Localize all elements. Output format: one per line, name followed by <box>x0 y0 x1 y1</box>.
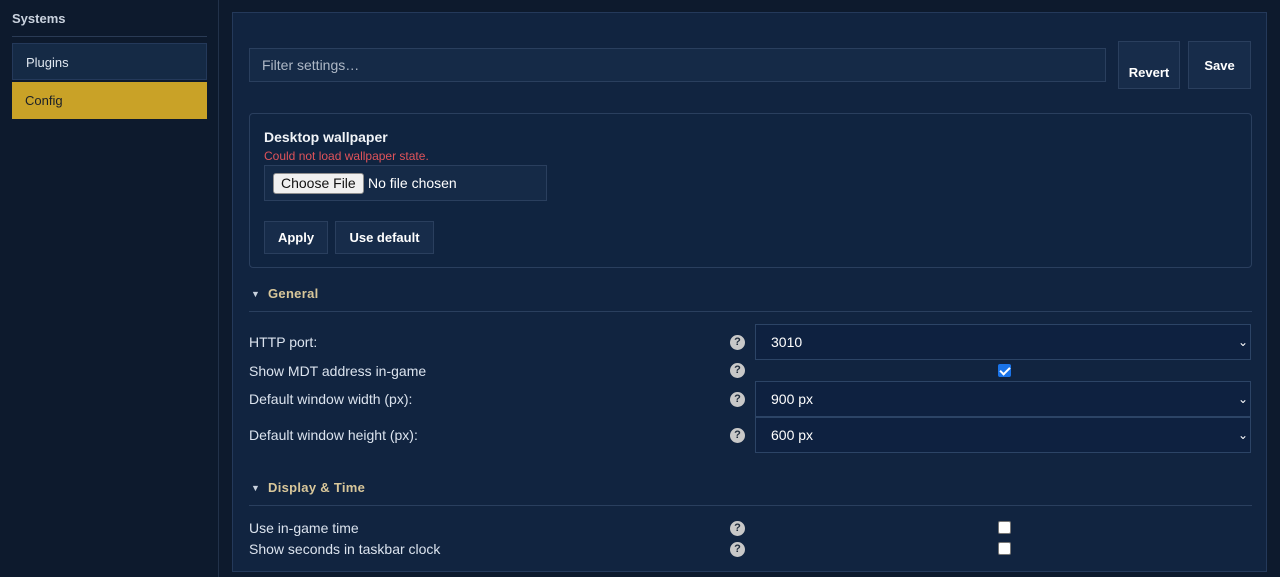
section-title-general: General <box>268 286 319 301</box>
show-seconds-checkbox[interactable] <box>998 542 1011 555</box>
sidebar-title: Systems <box>12 11 207 37</box>
setting-label-show-mdt-address: Show MDT address in-game <box>249 363 427 379</box>
chevron-down-icon: ⌄ <box>1237 392 1248 406</box>
section-header-display-time[interactable]: ▼ Display & Time <box>249 480 1252 506</box>
apply-button[interactable]: Apply <box>264 221 328 254</box>
window-width-select[interactable]: 900 px ⌄ <box>755 381 1251 417</box>
help-icon[interactable]: ? <box>730 428 745 443</box>
file-status-text: No file chosen <box>368 175 457 191</box>
help-icon[interactable]: ? <box>730 363 745 378</box>
revert-button[interactable]: Revert <box>1118 41 1180 89</box>
window-width-value: 900 px <box>771 391 814 407</box>
collapse-triangle-icon: ▼ <box>251 483 260 493</box>
window-height-value: 600 px <box>771 427 814 443</box>
help-icon[interactable]: ? <box>730 542 745 557</box>
filter-settings-input[interactable] <box>249 48 1106 82</box>
setting-label-show-seconds: Show seconds in taskbar clock <box>249 541 441 557</box>
help-icon[interactable]: ? <box>730 392 745 407</box>
sidebar: Systems Plugins Config <box>0 0 219 577</box>
choose-file-button[interactable]: Choose File <box>273 173 364 194</box>
window-height-select[interactable]: 600 px ⌄ <box>755 417 1251 453</box>
wallpaper-file-input: Choose File No file chosen <box>264 165 547 201</box>
chevron-down-icon: ⌄ <box>1237 428 1248 442</box>
collapse-triangle-icon: ▼ <box>251 289 260 299</box>
setting-label-use-ingame-time: Use in-game time <box>249 520 359 536</box>
show-mdt-address-checkbox[interactable] <box>998 364 1011 377</box>
help-icon[interactable]: ? <box>730 521 745 536</box>
help-icon[interactable]: ? <box>730 335 745 350</box>
settings-panel: Revert Save Desktop wallpaper Could not … <box>232 12 1267 572</box>
wallpaper-error-message: Could not load wallpaper state. <box>264 149 429 163</box>
setting-label-window-width: Default window width (px): <box>249 391 413 407</box>
section-header-general[interactable]: ▼ General <box>249 286 1252 312</box>
http-port-value: 3010 <box>771 334 803 350</box>
setting-label-window-height: Default window height (px): <box>249 427 418 443</box>
sidebar-item-config[interactable]: Config <box>12 82 207 119</box>
use-default-button[interactable]: Use default <box>335 221 434 254</box>
use-ingame-time-checkbox[interactable] <box>998 521 1011 534</box>
save-button[interactable]: Save <box>1188 41 1251 89</box>
section-title-display-time: Display & Time <box>268 480 366 495</box>
chevron-down-icon: ⌄ <box>1237 335 1248 349</box>
http-port-select[interactable]: 3010 ⌄ <box>755 324 1251 360</box>
sidebar-item-plugins[interactable]: Plugins <box>12 43 207 80</box>
setting-label-http-port: HTTP port: <box>249 334 318 350</box>
wallpaper-title: Desktop wallpaper <box>264 129 388 145</box>
wallpaper-card: Desktop wallpaper Could not load wallpap… <box>249 113 1252 268</box>
